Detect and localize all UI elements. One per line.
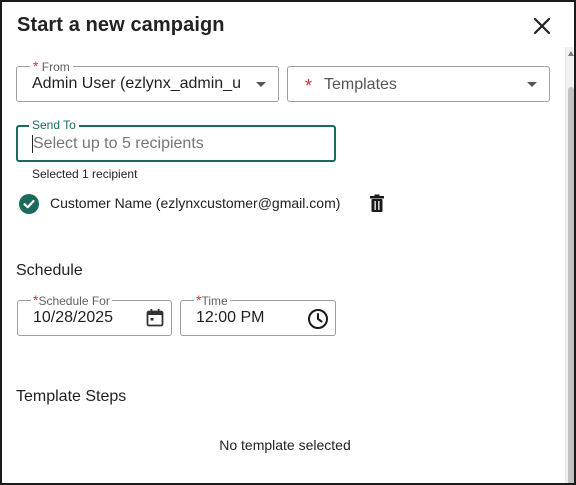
template-steps-heading: Template Steps: [16, 388, 127, 405]
chevron-down-icon: [256, 82, 266, 87]
calendar-icon: [146, 309, 164, 327]
from-value: Admin User (ezlynx_admin_u: [32, 75, 241, 92]
recipient-name: Customer Name (ezlynxcustomer@gmail.com): [50, 195, 341, 211]
schedule-time-value: 12:00 PM: [196, 309, 265, 326]
calendar-button[interactable]: [145, 308, 165, 328]
close-button[interactable]: [530, 14, 554, 38]
selected-count: Selected 1 recipient: [32, 167, 138, 181]
scroll-up-arrow-icon[interactable]: [568, 51, 574, 56]
no-template-message: No template selected: [219, 437, 351, 453]
required-asterisk: *: [33, 58, 39, 74]
schedule-date-field[interactable]: *Schedule For 10/28/2025: [17, 293, 172, 336]
schedule-date-label: *Schedule For: [31, 292, 112, 308]
campaign-dialog: Start a new campaign * From Admin User (…: [0, 0, 576, 485]
required-asterisk: *: [305, 76, 313, 96]
send-to-label: Send To: [29, 118, 79, 132]
close-icon: [533, 17, 551, 35]
schedule-time-field[interactable]: *Time 12:00 PM: [180, 293, 336, 336]
remove-recipient-button[interactable]: [368, 194, 386, 214]
templates-placeholder: Templates: [324, 76, 397, 93]
scroll-thumb[interactable]: [568, 87, 574, 483]
schedule-date-value: 10/28/2025: [33, 309, 114, 326]
send-to-placeholder: Select up to 5 recipients: [33, 135, 204, 152]
chevron-down-icon: [527, 82, 537, 87]
trash-icon: [370, 194, 384, 212]
schedule-heading: Schedule: [16, 262, 83, 279]
from-select[interactable]: * From Admin User (ezlynx_admin_u: [16, 59, 279, 102]
check-circle-icon: [19, 194, 39, 214]
time-label: *Time: [194, 292, 230, 308]
dialog-scrollbar[interactable]: [565, 47, 574, 483]
dialog-title: Start a new campaign: [17, 14, 225, 36]
clock-icon: [308, 309, 328, 329]
send-to-input[interactable]: Send To Select up to 5 recipients: [16, 118, 336, 162]
clock-button[interactable]: [307, 308, 329, 330]
templates-select[interactable]: * Templates: [287, 66, 550, 102]
from-label: * From: [30, 59, 73, 74]
